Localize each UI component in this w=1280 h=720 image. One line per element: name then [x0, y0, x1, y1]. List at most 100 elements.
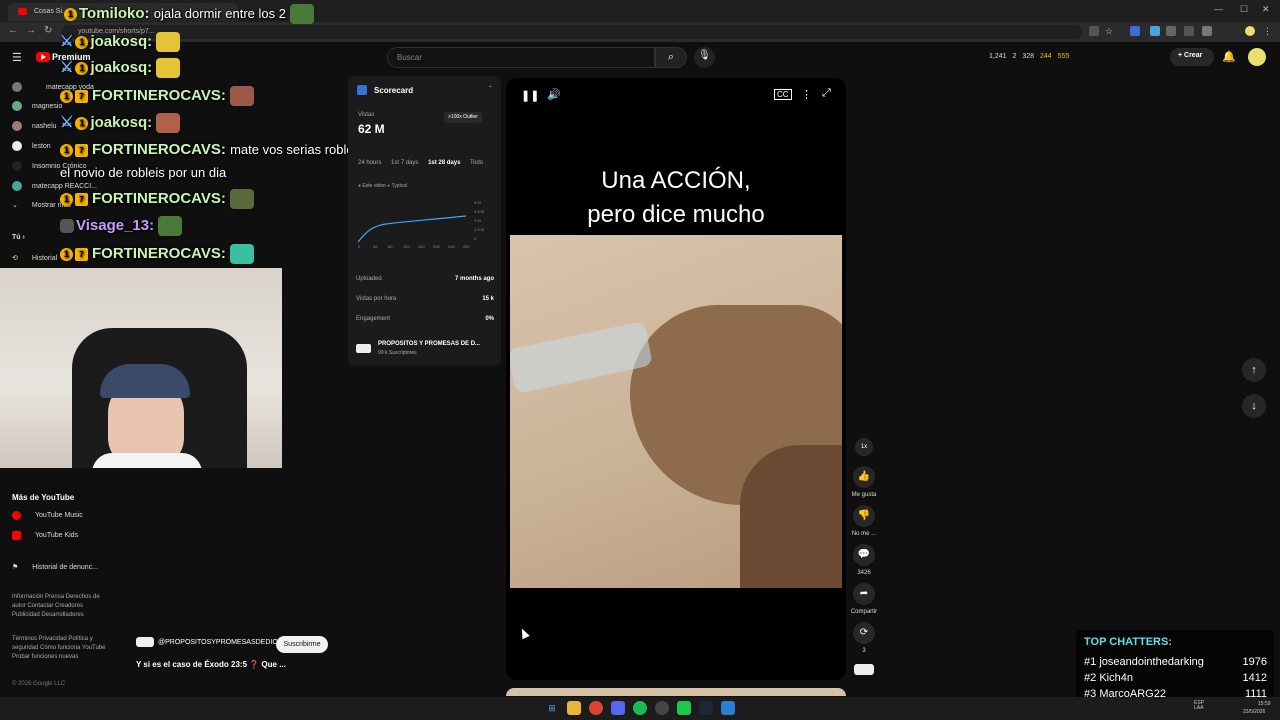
channel-info[interactable]: @PROPOSITOSYPROMESASDEDIOS	[136, 637, 282, 647]
bookmark-star-icon[interactable]: ☆	[1105, 26, 1115, 36]
scorecard-channel-name[interactable]: PROPOSITOS Y PROMESAS DE D...	[378, 341, 480, 347]
youtube-logo-icon[interactable]	[36, 52, 50, 62]
search-input[interactable]: Buscar	[387, 47, 655, 68]
extension-stats: 1,241 2 328 244 555	[989, 53, 1073, 60]
footer-links-primary[interactable]: Información Prensa Derechos de autor Con…	[12, 593, 112, 620]
sidebar-subscription[interactable]: nashelu	[12, 121, 57, 131]
comments-button[interactable]: 💬 3426	[850, 544, 878, 576]
discord-icon[interactable]	[611, 701, 625, 715]
previous-short-button[interactable]: ↑	[1242, 358, 1266, 382]
x-tick-label: 160	[418, 244, 425, 249]
captions-icon[interactable]: CC	[774, 89, 792, 100]
obs-icon[interactable]	[655, 701, 669, 715]
microphone-icon: 🎙	[698, 50, 711, 61]
create-button[interactable]: + Crear	[1170, 48, 1214, 66]
range-tab[interactable]: 1st 7 days	[391, 160, 418, 166]
next-short-button[interactable]: ↓	[1242, 394, 1266, 418]
app-icon[interactable]	[677, 701, 691, 715]
extensions-puzzle-icon[interactable]	[1202, 26, 1212, 36]
sidebar-you[interactable]: Tú ›	[12, 234, 25, 241]
channel-avatar	[12, 121, 22, 131]
dislike-button[interactable]: 👎 No me ...	[850, 505, 878, 537]
sidebar-history[interactable]: ⟲ Historial	[12, 254, 57, 262]
account-avatar[interactable]	[1248, 48, 1266, 66]
video-frame[interactable]	[510, 235, 842, 588]
sword-badge-icon: ⚔	[60, 114, 74, 131]
language-indicator[interactable]: ESP LAA	[1194, 701, 1204, 711]
address-bar: ← → ↻ youtube.com/shorts/p7... ☆ ⋮	[0, 22, 1280, 42]
chat-message: ⚔ 1 joakosq:	[60, 32, 181, 53]
extension-icon[interactable]	[1166, 26, 1176, 36]
sidebar-subscription[interactable]: leston	[12, 141, 51, 151]
video-title[interactable]: Y si es el caso de Éxodo 23:5 ❓ Que ...	[136, 660, 286, 669]
steam-icon[interactable]	[699, 701, 713, 715]
maximize-button[interactable]: ☐	[1240, 4, 1248, 15]
range-tab[interactable]: Todo	[470, 160, 483, 166]
pause-icon[interactable]: ❚❚	[521, 89, 539, 102]
collapse-chevron-icon[interactable]: ⌃	[488, 85, 493, 92]
chrome-icon[interactable]	[589, 701, 603, 715]
more-options-icon[interactable]: ⋮	[801, 88, 812, 101]
outlier-badge: >100x Outlier	[444, 112, 482, 123]
back-icon[interactable]: ←	[8, 25, 18, 36]
profile-avatar-icon[interactable]	[1245, 26, 1255, 36]
sword-badge-icon: ⚔	[60, 33, 74, 50]
extension-icon[interactable]	[1150, 26, 1160, 36]
extension-icon[interactable]	[1130, 26, 1140, 36]
search-button[interactable]: ⌕	[655, 47, 687, 68]
extension-icon[interactable]	[1184, 26, 1194, 36]
chat-badge-icon: 1	[60, 89, 73, 103]
clock-time[interactable]: 15:59	[1258, 701, 1271, 707]
caption-line: Una ACCIÓN,	[601, 167, 751, 194]
volume-icon[interactable]: 🔊	[547, 88, 561, 101]
history-icon: ⟲	[12, 255, 18, 262]
minimize-button[interactable]: —	[1214, 4, 1223, 14]
notifications-bell-icon[interactable]: 🔔	[1222, 50, 1236, 63]
legend-item: Typical	[391, 183, 408, 189]
share-button[interactable]: ➦ Compartir	[850, 583, 878, 615]
fullscreen-icon[interactable]: ⤢	[822, 87, 831, 100]
close-window-button[interactable]: ✕	[1262, 4, 1270, 15]
legend-item: Este video	[362, 183, 386, 189]
browser-menu-icon[interactable]: ⋮	[1263, 26, 1273, 36]
chat-message: 1 7 FORTINEROCAVS: mate vos serias robleis…	[60, 141, 374, 158]
next-short-preview[interactable]	[506, 688, 846, 696]
remix-button[interactable]: ⟳ 3	[850, 622, 878, 654]
arrow-up-icon: ↑	[1251, 364, 1257, 376]
search-icon: ⌕	[667, 51, 675, 63]
views-value: 62 M	[358, 122, 385, 136]
sidebar-subscription[interactable]: magnesio	[12, 101, 62, 111]
scorecard-channel-subs: 99 k Suscriptores	[378, 350, 417, 356]
channel-avatar-small[interactable]	[854, 664, 874, 675]
stat-value: 2	[1012, 53, 1017, 60]
remix-icon: ⟳	[853, 622, 875, 644]
range-tab[interactable]: 24 hours	[358, 160, 381, 166]
like-button[interactable]: 👍 Me gusta	[850, 466, 878, 498]
reload-icon[interactable]: ↻	[44, 25, 52, 36]
sidebar-youtube-kids[interactable]: YouTube Kids	[12, 531, 78, 540]
spotify-icon[interactable]	[633, 701, 647, 715]
voice-search-button[interactable]: 🎙	[694, 47, 715, 68]
y-tick-label: 1.5 M	[474, 227, 484, 232]
scorecard-logo-icon	[357, 85, 367, 95]
subscribe-button[interactable]: Suscribirme	[276, 636, 328, 653]
sidebar-youtube-music[interactable]: YouTube Music	[12, 511, 83, 520]
footer-links-secondary[interactable]: Términos Privacidad Política y seguridad…	[12, 635, 112, 662]
tab-title: Cosas Si...	[34, 8, 68, 15]
streamer-shirt	[92, 453, 202, 468]
playback-speed-button[interactable]: 1x	[850, 438, 878, 460]
youtube-kids-icon	[12, 531, 21, 540]
file-explorer-icon[interactable]	[567, 701, 581, 715]
cast-icon[interactable]	[1089, 26, 1099, 36]
notepad-icon[interactable]	[721, 701, 735, 715]
clock-date[interactable]: 23/5/2026	[1243, 709, 1265, 715]
forward-icon[interactable]: →	[26, 25, 36, 36]
range-tab-active[interactable]: 1st 28 days	[428, 160, 460, 166]
stat-row-engagement: Engagement 0%	[356, 316, 494, 322]
sidebar-report-history[interactable]: ⚑ Historial de denunc...	[12, 563, 98, 571]
stat-value: 1,241	[989, 53, 1007, 60]
hamburger-menu-icon[interactable]: ☰	[12, 51, 22, 64]
url-field[interactable]: youtube.com/shorts/p7...	[62, 25, 1082, 39]
windows-start-icon[interactable]: ⊞	[545, 701, 559, 715]
thumbs-down-icon: 👎	[853, 505, 875, 527]
